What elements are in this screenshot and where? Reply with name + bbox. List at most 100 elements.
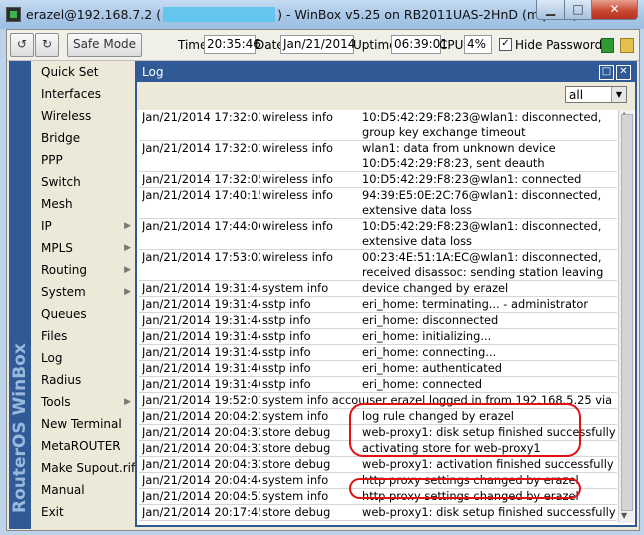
sidebar-item-quick-set[interactable]: Quick Set: [33, 61, 135, 83]
sidebar-item-label: Make Supout.rif: [41, 461, 136, 475]
log-row[interactable]: Jan/21/2014 19:31:44 system info device ch…: [139, 281, 617, 297]
sidebar-item-routing[interactable]: Routing ▶: [33, 259, 135, 281]
sidebar-item-new-terminal[interactable]: New Terminal: [33, 413, 135, 435]
log-message: device changed by erazel: [362, 281, 509, 295]
log-topic: store debug: [262, 505, 331, 519]
sidebar-item-label: MetaROUTER: [41, 439, 121, 453]
log-topic: sstp info: [262, 345, 311, 359]
minimize-button[interactable]: ▁: [536, 0, 565, 20]
log-window-header: Log □ ✕: [137, 63, 635, 82]
sidebar-item-label: IP: [41, 219, 52, 233]
sidebar-item-switch[interactable]: Switch: [33, 171, 135, 193]
log-row[interactable]: Jan/21/2014 19:31:44 sstp info eri_home: c…: [139, 345, 617, 361]
brand-band: RouterOS WinBox: [9, 61, 31, 529]
redo-button[interactable]: ↻: [35, 33, 59, 57]
close-button[interactable]: ✕: [591, 0, 638, 20]
sidebar-item-log[interactable]: Log: [33, 347, 135, 369]
log-topic: system info: [262, 473, 329, 487]
log-maximize-button[interactable]: □: [599, 65, 614, 80]
annotation-ring: [349, 478, 581, 499]
log-row[interactable]: Jan/21/2014 20:29:35system info accountu…: [139, 521, 617, 522]
cpu-value: 4%: [464, 35, 492, 54]
safe-mode-button[interactable]: Safe Mode: [67, 33, 142, 57]
sidebar-item-exit[interactable]: Exit: [33, 501, 135, 523]
log-row[interactable]: Jan/21/2014 20:04:32 store debug web-proxy…: [139, 457, 617, 473]
sidebar-item-queues[interactable]: Queues: [33, 303, 135, 325]
sidebar-item-tools[interactable]: Tools ▶: [33, 391, 135, 413]
uptime-value: 06:39:01: [391, 35, 448, 54]
sidebar-item-label: Mesh: [41, 197, 73, 211]
log-topic: wireless info: [262, 110, 333, 124]
sidebar-item-mpls[interactable]: MPLS ▶: [33, 237, 135, 259]
log-message: 10:D5:42:29:F8:23@wlan1: connected: [362, 172, 582, 186]
log-row[interactable]: Jan/21/2014 17:40:15 wireless info 94:39:E…: [139, 188, 617, 219]
log-time: Jan/21/2014 17:32:03: [142, 141, 260, 155]
log-close-button[interactable]: ✕: [616, 65, 631, 80]
sidebar-item-make-supout-rif[interactable]: Make Supout.rif: [33, 457, 135, 479]
sidebar-item-files[interactable]: Files: [33, 325, 135, 347]
log-row[interactable]: Jan/21/2014 19:31:44 sstp info eri_home: i…: [139, 329, 617, 345]
maximize-button[interactable]: □: [564, 0, 592, 20]
log-topic: store debug: [262, 441, 331, 455]
sidebar-item-label: Interfaces: [41, 87, 101, 101]
scroll-down-icon[interactable]: ▼: [621, 511, 627, 520]
log-topic: system info: [262, 281, 329, 295]
sidebar-item-mesh[interactable]: Mesh: [33, 193, 135, 215]
log-row[interactable]: Jan/21/2014 17:53:02 wireless info 00:23:4…: [139, 250, 617, 281]
sidebar-item-ppp[interactable]: PPP: [33, 149, 135, 171]
log-topic: system info: [262, 409, 329, 423]
log-row[interactable]: Jan/21/2014 17:44:06 wireless info 10:D5:4…: [139, 219, 617, 250]
log-filter-value: all: [569, 88, 584, 102]
sidebar-item-system[interactable]: System ▶: [33, 281, 135, 303]
log-row[interactable]: Jan/21/2014 19:31:46 sstp info eri_home: c…: [139, 377, 617, 393]
hide-passwords-checkbox[interactable]: ✓: [499, 38, 512, 51]
log-row[interactable]: Jan/21/2014 19:31:44 sstp info eri_home: t…: [139, 297, 617, 313]
sidebar-item-label: Routing: [41, 263, 88, 277]
sidebar-item-label: Exit: [41, 505, 64, 519]
log-scroll-thumb[interactable]: [621, 114, 633, 511]
sidebar-item-manual[interactable]: Manual: [33, 479, 135, 501]
sidebar-item-label: Queues: [41, 307, 87, 321]
log-message: 00:23:4E:51:1A:EC@wlan1: disconnected, r…: [362, 250, 604, 279]
log-window-title: Log: [142, 65, 164, 79]
sidebar-item-wireless[interactable]: Wireless: [33, 105, 135, 127]
submenu-arrow-icon: ▶: [124, 265, 131, 275]
sidebar-item-metarouter[interactable]: MetaROUTER: [33, 435, 135, 457]
sidebar-item-ip[interactable]: IP ▶: [33, 215, 135, 237]
sidebar-item-label: Switch: [41, 175, 81, 189]
log-message: eri_home: terminating... - administrator…: [362, 297, 589, 311]
log-row[interactable]: Jan/21/2014 19:31:46 sstp info eri_home: a…: [139, 361, 617, 377]
log-time: Jan/21/2014 20:04:23: [142, 409, 260, 423]
sidebar-item-bridge[interactable]: Bridge: [33, 127, 135, 149]
log-filter-select[interactable]: all ▼: [565, 86, 627, 103]
window-title-prefix: erazel@192.168.7.2 (: [26, 7, 162, 22]
sidebar-item-label: MPLS: [41, 241, 73, 255]
log-topic: store debug: [262, 425, 331, 439]
sidebar-item-label: Quick Set: [41, 65, 99, 79]
submenu-arrow-icon: ▶: [124, 221, 131, 231]
sidebar-menu: RouterOS WinBox Quick Set Interfaces Wirel…: [9, 61, 135, 529]
log-row[interactable]: Jan/21/2014 17:32:03 wireless info wlan1: …: [139, 141, 617, 172]
log-row[interactable]: Jan/21/2014 17:32:05 wireless info 10:D5:4…: [139, 172, 617, 188]
toolbar: ↺ ↻ Safe Mode Time: 20:35:46 Date: Jan/2…: [7, 30, 639, 61]
log-message: 10:D5:42:29:F8:23@wlan1: disconnected, g…: [362, 110, 602, 139]
sidebar-item-label: Wireless: [41, 109, 92, 123]
undo-button[interactable]: ↺: [10, 33, 34, 57]
log-row[interactable]: Jan/21/2014 19:31:44 sstp info eri_home: d…: [139, 313, 617, 329]
log-topic: wireless info: [262, 250, 333, 264]
log-message: eri_home: connected: [362, 377, 482, 391]
sidebar-item-label: New Terminal: [41, 417, 122, 431]
sidebar-item-interfaces[interactable]: Interfaces: [33, 83, 135, 105]
log-message: web-proxy1: activation finished successf…: [362, 457, 614, 471]
chevron-down-icon[interactable]: ▼: [611, 87, 626, 102]
log-time: Jan/21/2014 17:40:15: [142, 188, 260, 202]
log-scrollbar[interactable]: ▲ ▼: [618, 110, 634, 523]
sidebar-item-radius[interactable]: Radius: [33, 369, 135, 391]
sidebar-item-label: Tools: [41, 395, 71, 409]
log-topic: store debug: [262, 457, 331, 471]
log-row[interactable]: Jan/21/2014 20:17:45 store debug web-proxy…: [139, 505, 617, 521]
sidebar-item-label: Radius: [41, 373, 82, 387]
winbox-app-icon: [6, 7, 21, 22]
log-row[interactable]: Jan/21/2014 17:32:03 wireless info 10:D5:4…: [139, 110, 617, 141]
log-topic: system info account: [262, 393, 362, 407]
